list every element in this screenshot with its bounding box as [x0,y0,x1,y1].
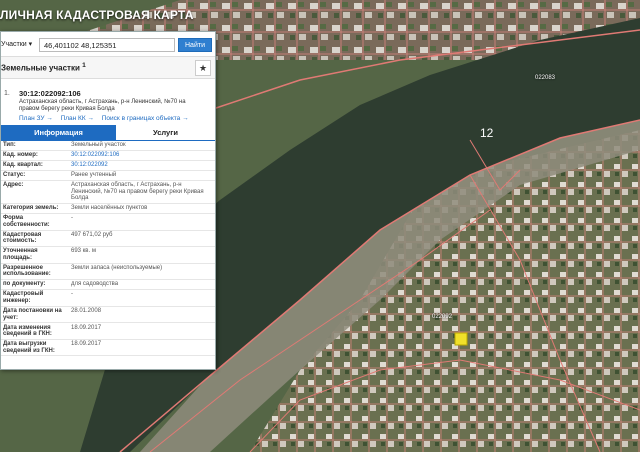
result-links: План ЗУ → План КК → Поиск в границах объ… [19,115,195,122]
find-button[interactable]: Найти [178,38,212,52]
selected-parcel [454,332,468,346]
info-label: Кад. квартал: [1,160,69,171]
search-row: Участки ▾ 46,401102 48,125351 Найти [1,37,215,53]
page-title: ЛИЧНАЯ КАДАСТРОВАЯ КАРТА [0,8,194,22]
tab-info[interactable]: Информация [1,125,116,140]
info-value: Астраханская область, г Астрахань, р-н Л… [69,180,215,205]
info-row: Форма собственности: - [1,213,215,231]
info-value[interactable]: 30:12:022092:106 [69,150,215,161]
info-row: Дата изменения сведений в ГКН: 18.09.2017 [1,322,215,340]
info-label: Кад. номер: [1,150,69,161]
info-row: Кад. квартал: 30:12:022092 [1,160,215,171]
tab-services[interactable]: Услуги [116,125,215,140]
info-value: для садоводства [69,279,215,291]
info-label: Кадастровая стоимость: [1,230,69,248]
result-address: Астраханская область, г Астрахань, р-н Л… [19,99,186,112]
link-plan-kk[interactable]: План КК → [61,115,94,122]
info-value: 693 кв. м [69,246,215,264]
info-row: Дата выгрузки сведений из ГКН: 18.09.2017 [1,339,215,357]
map-label-quarter-2: 022083 [535,75,556,81]
info-value: Земли запаса (неиспользуемые) [69,263,215,281]
layer-select-label: Участки [1,41,27,48]
result-item[interactable]: 1. 30:12:022092:106 Астраханская область… [1,85,215,123]
info-label: Кадастровый инженер: [1,289,69,307]
section-count: 1 [82,62,86,69]
info-row: Кадастровый инженер: - [1,289,215,307]
info-value: Ранее учтенный [69,170,215,181]
info-label: Форма собственности: [1,213,69,231]
section-header: Земельные участки 1 ★ [1,56,215,79]
info-label: Дата постановки на учет: [1,306,69,324]
info-value: - [69,289,215,307]
info-row: по документу: для садоводства [1,279,215,291]
info-value: Земли населённых пунктов [69,203,215,214]
tabs: Информация Услуги [1,125,215,141]
info-value: 497 671,02 руб [69,230,215,248]
info-value: - [69,213,215,231]
map-label-12: 12 [480,126,494,140]
info-row: Тип: Земельный участок [1,141,215,151]
info-label: Адрес: [1,180,69,205]
info-label: Тип: [1,141,69,151]
info-label: Разрешенное использование: [1,263,69,281]
info-row: Статус: Ранее учтенный [1,170,215,181]
info-value: 18.09.2017 [69,322,215,340]
info-label: Статус: [1,170,69,181]
info-row: Кад. номер: 30:12:022092:106 [1,150,215,161]
link-plan-zu[interactable]: План ЗУ → [19,115,53,122]
link-search-within[interactable]: Поиск в границах объекта → [102,115,189,122]
map-label-quarter: 022092 [432,314,453,320]
result-number: 1. [4,90,10,97]
info-value[interactable]: 30:12:022092 [69,160,215,171]
info-value: Земельный участок [69,141,215,151]
search-input[interactable]: 46,401102 48,125351 [39,38,175,52]
info-row: Категория земель: Земли населённых пункто… [1,203,215,214]
info-row: Адрес: Астраханская область, г Астрахань,… [1,180,215,205]
info-label: Дата изменения сведений в ГКН: [1,322,69,340]
layer-select[interactable]: Участки ▾ [1,39,37,51]
search-panel: Участки ▾ 46,401102 48,125351 Найти Земе… [0,31,216,370]
info-row: Кадастровая стоимость: 497 671,02 руб [1,230,215,248]
info-row: Дата постановки на учет: 28.01.2008 [1,306,215,324]
info-row: Уточненная площадь: 693 кв. м [1,246,215,264]
star-icon[interactable]: ★ [195,60,211,76]
info-table: Тип: Земельный участок Кад. номер: 30:12:02… [1,141,215,357]
info-row: Разрешенное использование: Земли запаса (… [1,263,215,281]
info-value: 28.01.2008 [69,306,215,324]
chevron-down-icon: ▾ [28,41,33,48]
info-label: Дата выгрузки сведений из ГКН: [1,339,69,357]
info-label: Категория земель: [1,203,69,214]
info-label: по документу: [1,279,69,291]
result-cadastral-id[interactable]: 30:12:022092:106 [19,89,81,98]
info-label: Уточненная площадь: [1,246,69,264]
info-value: 18.09.2017 [69,339,215,357]
section-title: Земельные участки 1 [1,62,86,73]
